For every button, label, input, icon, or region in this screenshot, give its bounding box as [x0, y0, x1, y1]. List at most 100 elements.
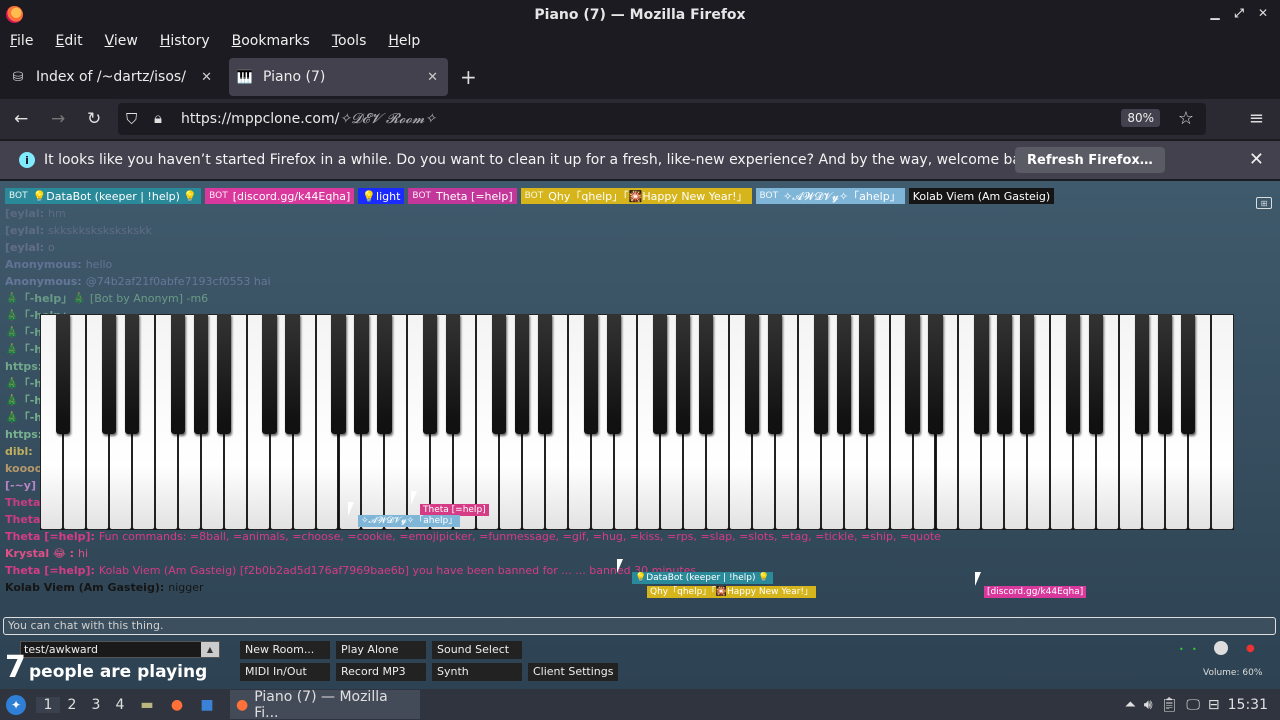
menu-bookmarks[interactable]: Bookmarks	[232, 33, 310, 49]
black-key[interactable]	[1089, 314, 1104, 434]
taskbar-task-firefox[interactable]: ● Piano (7) — Mozilla Fi...	[230, 689, 420, 720]
black-key[interactable]	[1135, 314, 1150, 434]
chat-message: Kolab Viem (Am Gasteig): nigger	[5, 579, 1105, 596]
bookmark-star-icon[interactable]: ☆	[1178, 108, 1194, 129]
black-key[interactable]	[492, 314, 507, 434]
black-key[interactable]	[859, 314, 874, 434]
black-key[interactable]	[744, 314, 759, 434]
new-tab-icon[interactable]: +	[460, 67, 477, 87]
black-key[interactable]	[836, 314, 851, 434]
black-key[interactable]	[515, 314, 530, 434]
speaker-icon[interactable]: 🔊︎	[1144, 697, 1153, 713]
white-key[interactable]	[1211, 314, 1234, 530]
black-key[interactable]	[606, 314, 622, 434]
refresh-firefox-button[interactable]: Refresh Firefox…	[1015, 147, 1165, 173]
firefox-icon[interactable]: ●	[166, 695, 188, 715]
client-settings-button[interactable]: Client Settings	[528, 663, 618, 681]
back-icon[interactable]: ←	[14, 108, 28, 130]
volume-knob[interactable]	[1214, 641, 1228, 655]
network-icon[interactable]: ⊟	[1208, 697, 1220, 713]
lock-icon[interactable]: 🔒︎	[154, 107, 162, 129]
black-key[interactable]	[1180, 314, 1196, 434]
black-key[interactable]	[538, 314, 553, 434]
black-key[interactable]	[55, 314, 71, 434]
volume-control[interactable]: • • ● Volume: 60%	[1176, 641, 1266, 681]
new-room-button[interactable]: New Room...	[240, 641, 330, 659]
maximize-icon[interactable]: ⤢	[1232, 6, 1246, 21]
close-tab-icon[interactable]: ✕	[201, 70, 212, 85]
black-key[interactable]	[767, 314, 782, 434]
workspace-1[interactable]: 1	[36, 696, 60, 713]
black-key[interactable]	[1157, 314, 1173, 434]
black-key[interactable]	[216, 314, 231, 434]
black-key[interactable]	[675, 314, 691, 434]
user-badge[interactable]: BOT ✧𝓐𝓦𝓓𝓥𝔂✧「ahelp」	[755, 188, 905, 204]
black-key[interactable]	[262, 314, 277, 434]
hamburger-menu-icon[interactable]: ≡	[1249, 108, 1264, 129]
close-tab-icon[interactable]: ✕	[427, 70, 438, 85]
black-key[interactable]	[101, 314, 116, 434]
up-arrow-icon[interactable]: ⏶	[1125, 697, 1136, 713]
chat-text: skkskkskskskskskk	[48, 224, 152, 237]
black-key[interactable]	[652, 314, 668, 434]
workspace-2[interactable]: 2	[60, 697, 84, 713]
synth-button[interactable]: Synth	[432, 663, 522, 681]
start-menu-icon[interactable]: ✦	[6, 694, 26, 715]
user-badge[interactable]: BOT Qhy「qhelp」「🎇Happy New Year!」	[520, 188, 752, 204]
file-manager-icon[interactable]: ▬	[136, 695, 158, 715]
black-key[interactable]	[905, 314, 920, 434]
shield-icon[interactable]: ⛉	[126, 108, 137, 130]
play-alone-button[interactable]: Play Alone	[336, 641, 426, 659]
menu-help[interactable]: Help	[388, 33, 420, 49]
record-mp3-button[interactable]: Record MP3	[336, 663, 426, 681]
workspace-4[interactable]: 4	[108, 697, 132, 713]
black-key[interactable]	[377, 314, 392, 434]
room-select[interactable]: test/awkward ▲	[20, 641, 220, 658]
user-badge[interactable]: 💡light	[358, 188, 405, 204]
black-key[interactable]	[124, 314, 139, 434]
tab-piano[interactable]: 🎹 Piano (7) ✕	[229, 58, 448, 96]
black-key[interactable]	[997, 314, 1012, 434]
display-icon[interactable]: 🖵	[1186, 697, 1200, 713]
menu-history[interactable]: History	[160, 33, 210, 49]
user-badge[interactable]: Kolab Viem (Am Gasteig)	[908, 188, 1055, 204]
black-key[interactable]	[928, 314, 943, 434]
chat-input[interactable]: You can chat with this thing.	[3, 617, 1276, 635]
black-key[interactable]	[813, 314, 828, 434]
menu-tools[interactable]: Tools	[332, 33, 367, 49]
black-key[interactable]	[1066, 314, 1081, 434]
reload-icon[interactable]: ↻	[87, 108, 101, 130]
black-key[interactable]	[974, 314, 989, 434]
black-key[interactable]	[1020, 314, 1035, 434]
workspace-3[interactable]: 3	[84, 697, 108, 713]
black-key[interactable]	[193, 314, 208, 434]
tab-index[interactable]: ⛁ Index of /~dartz/isos/ ✕	[0, 58, 222, 96]
bot-tag: BOT	[524, 191, 544, 201]
piano-keyboard[interactable]	[40, 314, 1234, 530]
midi-button[interactable]: MIDI In/Out	[240, 663, 330, 681]
black-key[interactable]	[170, 314, 185, 434]
forward-icon[interactable]: →	[51, 108, 65, 130]
black-key[interactable]	[285, 314, 300, 434]
close-notification-icon[interactable]: ✕	[1249, 149, 1264, 170]
menu-file[interactable]: File	[10, 33, 33, 49]
terminal-icon[interactable]: ■	[196, 695, 218, 715]
black-key[interactable]	[446, 314, 461, 434]
zoom-level[interactable]: 80%	[1121, 109, 1160, 127]
black-key[interactable]	[423, 314, 438, 434]
black-key[interactable]	[331, 314, 346, 434]
black-key[interactable]	[354, 314, 369, 434]
user-badge[interactable]: BOT 💡DataBot (keeper | !help) 💡	[5, 188, 202, 204]
black-key[interactable]	[698, 314, 713, 434]
url-bar[interactable]: ⛉ 🔒︎ https://mppclone.com/✧𝓓𝓔𝓥 𝓡𝓸𝓸𝓶✧ 80%…	[118, 103, 1206, 135]
clipboard-icon[interactable]: 📋︎	[1161, 697, 1179, 713]
minimize-icon[interactable]: ▁	[1208, 6, 1222, 21]
menu-edit[interactable]: Edit	[55, 33, 82, 49]
black-key[interactable]	[583, 314, 599, 434]
user-badge[interactable]: BOT Theta [=help]	[408, 188, 517, 204]
close-window-icon[interactable]: ✕	[1256, 6, 1270, 21]
sound-select-button[interactable]: Sound Select	[432, 641, 522, 659]
layout-icon[interactable]: ⊞	[1256, 197, 1272, 209]
user-badge[interactable]: BOT [discord.gg/k44Eqha]	[205, 188, 355, 204]
menu-view[interactable]: View	[105, 33, 138, 49]
